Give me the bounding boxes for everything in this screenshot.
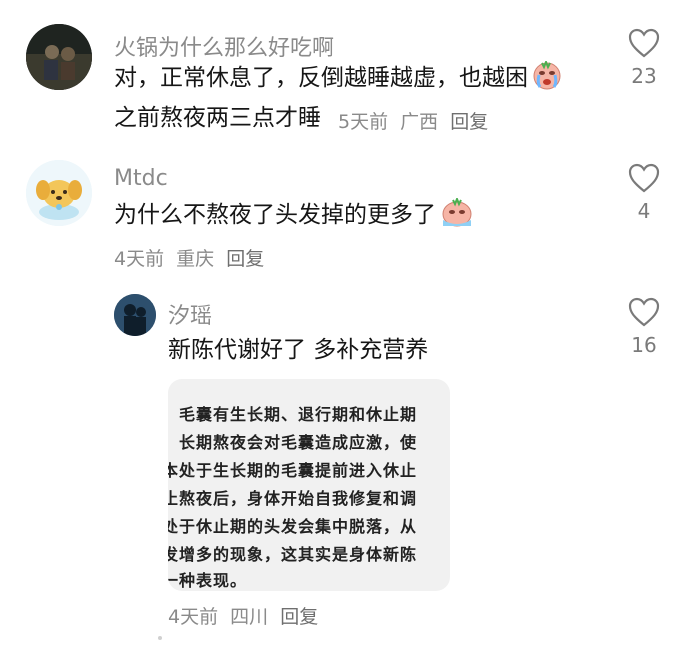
comment-meta: 4天前 四川 回复 bbox=[168, 602, 324, 629]
username[interactable]: Mtdc bbox=[114, 166, 168, 191]
username[interactable]: 火锅为什么那么好吃啊 bbox=[114, 30, 334, 62]
comment-time: 4天前 bbox=[114, 248, 165, 270]
comment-text: 新陈代谢好了 多补充营养 bbox=[168, 337, 429, 363]
comment-location: 广西 bbox=[400, 111, 439, 133]
image-text-line: ：毛囊有生长期、退行期和休止期 bbox=[168, 405, 418, 424]
divider-dot bbox=[158, 636, 162, 640]
avatar[interactable] bbox=[26, 24, 92, 90]
comment-time: 4天前 bbox=[168, 606, 219, 628]
reply-button[interactable]: 回复 bbox=[280, 606, 318, 628]
comment-text: 为什么不熬夜了头发掉的更多了 bbox=[114, 196, 474, 237]
heart-icon bbox=[628, 28, 660, 58]
username[interactable]: 汐瑶 bbox=[168, 298, 212, 330]
attached-image[interactable]: ：毛囊有生长期、退行期和休止期 。长期熬夜会对毛囊造成应激，使 本处于生长期的毛… bbox=[168, 379, 450, 591]
avatar[interactable] bbox=[26, 160, 92, 226]
like-button[interactable]: 23 bbox=[614, 28, 674, 88]
like-count: 16 bbox=[631, 333, 657, 357]
like-button[interactable]: 16 bbox=[614, 297, 674, 357]
image-text-line: 止熬夜后，身体开始自我修复和调 bbox=[168, 489, 418, 508]
reply-button[interactable]: 回复 bbox=[450, 111, 488, 133]
like-count: 23 bbox=[631, 64, 657, 88]
comment-location: 四川 bbox=[230, 606, 269, 628]
comment-text-line: 为什么不熬夜了头发掉的更多了 bbox=[114, 202, 436, 228]
comment-location: 重庆 bbox=[176, 248, 215, 270]
like-count: 4 bbox=[637, 199, 651, 223]
heart-icon bbox=[628, 163, 660, 193]
comment-text: 对，正常休息了，反倒越睡越虚，也越困 bbox=[114, 59, 562, 100]
reply-button[interactable]: 回复 bbox=[226, 248, 264, 270]
image-text-line: 一种表现。 bbox=[168, 571, 248, 590]
comment-text-line: 对，正常休息了，反倒越睡越虚，也越困 bbox=[114, 65, 528, 91]
comment-text-line: 之前熬夜两三点才睡 bbox=[114, 105, 321, 131]
image-text-line: 本处于生长期的毛囊提前进入休止 bbox=[168, 461, 418, 480]
comment-meta: 4天前 重庆 回复 bbox=[114, 244, 270, 271]
avatar[interactable] bbox=[114, 294, 156, 336]
crying-face-icon bbox=[532, 59, 562, 100]
image-text-line: 发增多的现象，这其实是身体新陈 bbox=[168, 545, 418, 564]
image-text-line: 处于休止期的头发会集中脱落，从 bbox=[168, 517, 418, 536]
crying-face-icon bbox=[440, 196, 474, 237]
comment-time: 5天前 bbox=[338, 111, 389, 133]
image-text-line: 。长期熬夜会对毛囊造成应激，使 bbox=[168, 433, 418, 452]
like-button[interactable]: 4 bbox=[614, 163, 674, 223]
heart-icon bbox=[628, 297, 660, 327]
comment-meta: 5天前 广西 回复 bbox=[338, 107, 494, 134]
